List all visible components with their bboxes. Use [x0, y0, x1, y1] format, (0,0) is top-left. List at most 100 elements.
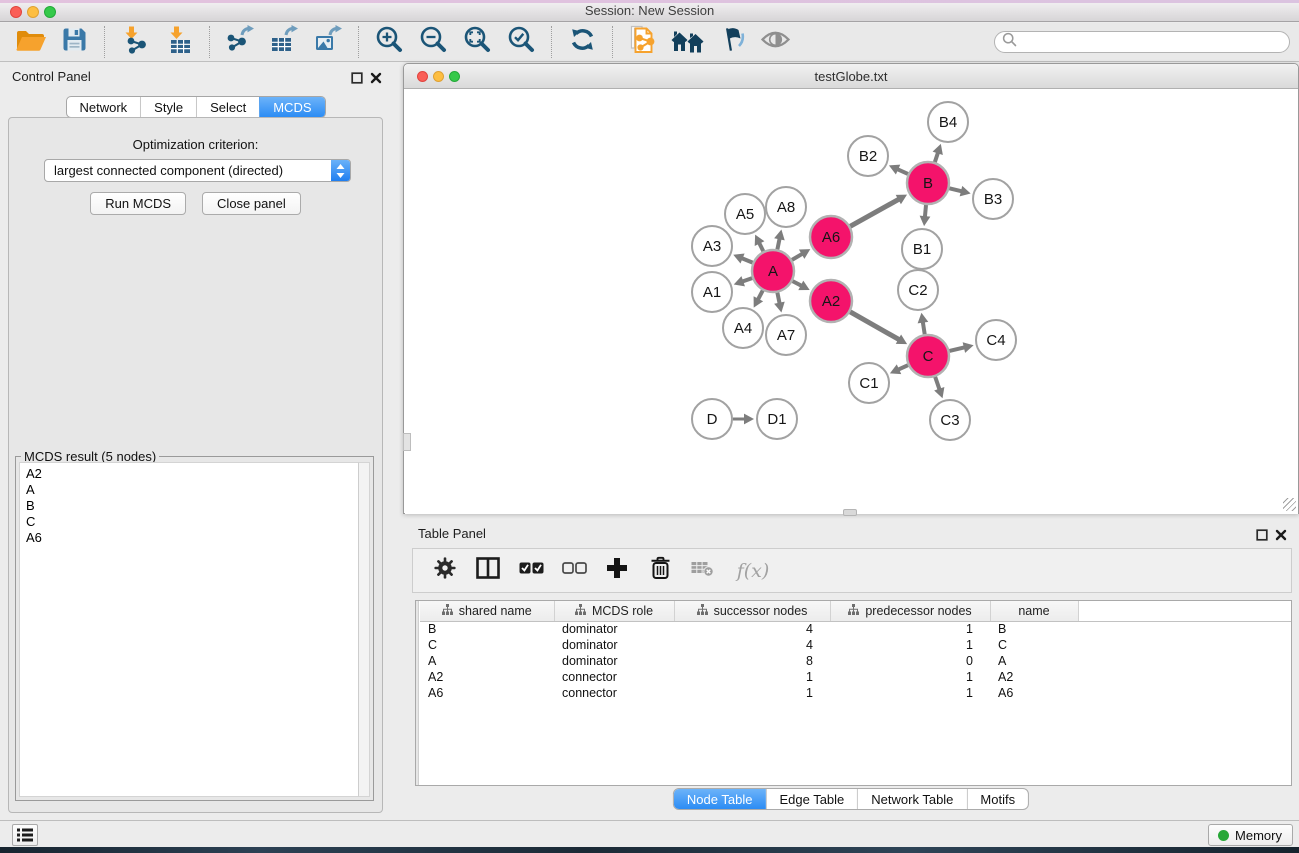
- table-row[interactable]: Cdominator41C: [420, 637, 1291, 653]
- result-item-a6[interactable]: A6: [26, 530, 363, 546]
- result-list-scrollbar[interactable]: [358, 462, 370, 797]
- node-D[interactable]: D: [692, 399, 732, 439]
- table-cell[interactable]: A2: [420, 669, 554, 685]
- table-cell[interactable]: 1: [830, 685, 990, 701]
- import-table-button[interactable]: [163, 26, 195, 58]
- save-session-button[interactable]: [58, 26, 90, 58]
- zoom-out-button[interactable]: [417, 26, 449, 58]
- network-close-button[interactable]: [417, 71, 428, 82]
- node-C[interactable]: C: [907, 335, 949, 377]
- export-table-button[interactable]: [268, 26, 300, 58]
- result-item-a2[interactable]: A2: [26, 466, 363, 482]
- result-item-c[interactable]: C: [26, 514, 363, 530]
- table-cell[interactable]: dominator: [554, 653, 674, 669]
- node-A5[interactable]: A5: [725, 194, 765, 234]
- node-B3[interactable]: B3: [973, 179, 1013, 219]
- window-resize-grip[interactable]: [1283, 498, 1296, 511]
- tab-network[interactable]: Network: [66, 97, 140, 117]
- node-table[interactable]: shared nameMCDS rolesuccessor nodesprede…: [415, 600, 1292, 786]
- checked-pair-button[interactable]: [518, 558, 544, 584]
- table-cell[interactable]: C: [990, 637, 1078, 653]
- tab-style[interactable]: Style: [140, 97, 196, 117]
- table-cell[interactable]: connector: [554, 685, 674, 701]
- node-D1[interactable]: D1: [757, 399, 797, 439]
- flag-button[interactable]: [715, 26, 747, 58]
- table-row[interactable]: A6connector11A6: [420, 685, 1291, 701]
- network-graph[interactable]: AA1A2A3A4A5A6A7A8BB1B2B3B4CC1C2C3C4DD1: [405, 90, 1298, 514]
- table-panel-float-icon[interactable]: [1256, 528, 1268, 540]
- column-header-successor-nodes[interactable]: successor nodes: [674, 601, 830, 621]
- edge-A-A6[interactable]: [792, 249, 810, 260]
- tab-motifs[interactable]: Motifs: [966, 789, 1028, 809]
- node-A7[interactable]: A7: [766, 315, 806, 355]
- edge-B-B4[interactable]: [933, 144, 943, 162]
- column-header-name[interactable]: name: [990, 601, 1078, 621]
- export-image-button[interactable]: [312, 26, 344, 58]
- node-A4[interactable]: A4: [723, 308, 763, 348]
- edge-B-B2[interactable]: [889, 165, 908, 175]
- export-network-button[interactable]: [224, 26, 256, 58]
- table-cell[interactable]: connector: [554, 669, 674, 685]
- zoom-selected-button[interactable]: [505, 26, 537, 58]
- node-C2[interactable]: C2: [898, 270, 938, 310]
- tab-node-table[interactable]: Node Table: [674, 789, 766, 809]
- canvas-left-handle[interactable]: [403, 433, 411, 451]
- node-B4[interactable]: B4: [928, 102, 968, 142]
- network-zoom-button[interactable]: [449, 71, 460, 82]
- zoom-in-button[interactable]: [373, 26, 405, 58]
- table-row[interactable]: Bdominator41B: [420, 621, 1291, 637]
- table-cell[interactable]: 0: [830, 653, 990, 669]
- table-cell[interactable]: 1: [830, 669, 990, 685]
- node-A2[interactable]: A2: [810, 280, 852, 322]
- table-cell[interactable]: A: [420, 653, 554, 669]
- table-cell[interactable]: B: [420, 621, 554, 637]
- edge-B-B3[interactable]: [949, 186, 970, 196]
- tab-network-table[interactable]: Network Table: [857, 789, 966, 809]
- node-A3[interactable]: A3: [692, 226, 732, 266]
- run-mcds-button[interactable]: Run MCDS: [90, 192, 186, 215]
- close-panel-button[interactable]: Close panel: [202, 192, 301, 215]
- edge-C-C2[interactable]: [918, 313, 929, 335]
- zoom-window-button[interactable]: [44, 6, 56, 18]
- edge-A-A8[interactable]: [774, 230, 785, 250]
- node-B1[interactable]: B1: [902, 229, 942, 269]
- edge-C-C1[interactable]: [890, 364, 908, 374]
- network-canvas[interactable]: AA1A2A3A4A5A6A7A8BB1B2B3B4CC1C2C3C4DD1: [405, 90, 1298, 514]
- criterion-dropdown[interactable]: largest connected component (directed): [44, 159, 351, 182]
- columns-button[interactable]: [475, 558, 501, 584]
- column-header-shared-name[interactable]: shared name: [420, 601, 554, 621]
- search-box[interactable]: [994, 31, 1290, 53]
- node-table-grid[interactable]: shared nameMCDS rolesuccessor nodesprede…: [420, 601, 1291, 701]
- table-cell[interactable]: 1: [674, 669, 830, 685]
- table-panel-close-icon[interactable]: [1275, 528, 1287, 540]
- edge-A2-C[interactable]: [850, 312, 907, 344]
- node-A8[interactable]: A8: [766, 187, 806, 227]
- search-input[interactable]: [1021, 33, 1289, 51]
- tab-edge-table[interactable]: Edge Table: [765, 789, 857, 809]
- plus-button[interactable]: [604, 558, 630, 584]
- edge-A-A1[interactable]: [734, 276, 752, 286]
- table-cell[interactable]: 1: [830, 637, 990, 653]
- network-minimize-button[interactable]: [433, 71, 444, 82]
- houses-button[interactable]: [671, 26, 703, 58]
- edge-B-B1[interactable]: [920, 205, 931, 226]
- table-cell[interactable]: dominator: [554, 621, 674, 637]
- table-cell[interactable]: A: [990, 653, 1078, 669]
- node-A1[interactable]: A1: [692, 272, 732, 312]
- split-pane-handle[interactable]: [843, 509, 857, 516]
- table-cell[interactable]: 4: [674, 621, 830, 637]
- network-document-button[interactable]: [627, 26, 659, 58]
- control-panel-float-icon[interactable]: [351, 71, 363, 83]
- edge-A-A3[interactable]: [733, 254, 752, 264]
- result-item-a[interactable]: A: [26, 482, 363, 498]
- node-A6[interactable]: A6: [810, 216, 852, 258]
- table-cell[interactable]: 4: [674, 637, 830, 653]
- edge-C-C4[interactable]: [949, 342, 973, 353]
- edge-A-A7[interactable]: [774, 293, 785, 313]
- refresh-button[interactable]: [566, 26, 598, 58]
- table-cell[interactable]: 1: [674, 685, 830, 701]
- eye-button[interactable]: [759, 26, 791, 58]
- network-window-titlebar[interactable]: testGlobe.txt: [404, 64, 1298, 89]
- minimize-window-button[interactable]: [27, 6, 39, 18]
- table-row[interactable]: A2connector11A2: [420, 669, 1291, 685]
